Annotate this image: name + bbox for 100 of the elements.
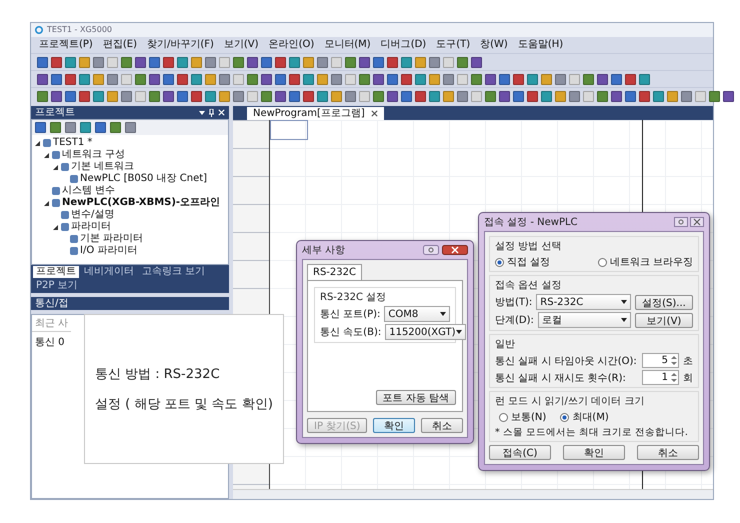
toolbar-icon[interactable] xyxy=(107,74,118,84)
toolbar-icon[interactable] xyxy=(135,56,146,68)
toolbar-icon[interactable] xyxy=(233,56,244,68)
menu-item[interactable]: 디버그(D) xyxy=(380,39,426,51)
toolbar-icon[interactable] xyxy=(275,90,286,102)
toolbar-icon[interactable] xyxy=(303,90,314,102)
toolbar-icon[interactable] xyxy=(191,90,202,102)
tree-item[interactable]: NewPLC [B0S0 내장 Cnet] xyxy=(80,173,208,185)
menu-item[interactable]: 편집(E) xyxy=(102,39,137,51)
toolbar-icon[interactable] xyxy=(37,74,48,84)
menu-item[interactable]: 도움말(H) xyxy=(518,39,564,51)
toolbar-icon[interactable] xyxy=(177,74,188,84)
toolbar-icon[interactable] xyxy=(597,74,608,84)
toolbar-icon[interactable] xyxy=(373,56,384,68)
toolbar-icon[interactable] xyxy=(373,74,384,84)
menu-item[interactable]: 찾기/바꾸기(F) xyxy=(146,39,214,51)
spin-field[interactable]: 1 xyxy=(642,370,679,385)
toolbar-icon[interactable] xyxy=(93,56,104,68)
dialog-button[interactable]: 취소 xyxy=(421,418,463,433)
toolbar-icon[interactable] xyxy=(233,90,244,102)
panel-tab[interactable]: 네비게이터 xyxy=(81,266,137,278)
tree-item[interactable]: 네트워크 구성 xyxy=(62,149,126,161)
tree-item[interactable]: 기본 파라미터 xyxy=(80,233,144,245)
toolbar-icon[interactable] xyxy=(429,90,440,102)
toolbar-icon[interactable] xyxy=(401,74,412,84)
toolbar-icon[interactable] xyxy=(135,74,146,84)
toolbar-icon[interactable] xyxy=(331,74,342,84)
toolbar-icon[interactable] xyxy=(51,74,62,84)
toolbar-icon[interactable] xyxy=(289,56,300,68)
collapse-icon[interactable] xyxy=(43,200,50,206)
menu-item[interactable]: 모니터(M) xyxy=(324,39,371,51)
toolbar-icon[interactable] xyxy=(359,74,370,84)
toolbar-icon[interactable] xyxy=(569,90,580,102)
collapse-icon[interactable] xyxy=(34,140,41,146)
collapse-icon[interactable] xyxy=(43,152,50,158)
toolbar-icon[interactable] xyxy=(149,74,160,84)
tree-item[interactable]: I/O 파라미터 xyxy=(80,245,138,257)
panel-tab[interactable]: 프로젝트 xyxy=(33,266,79,278)
filter-field[interactable]: 최근 사 xyxy=(32,315,72,332)
toolbar-icon[interactable] xyxy=(163,56,174,68)
toolbar-icon[interactable] xyxy=(37,90,48,102)
toolbar-icon[interactable] xyxy=(65,56,76,68)
tree-item[interactable]: 파라미터 xyxy=(71,221,111,233)
toolbar-icon[interactable] xyxy=(415,90,426,102)
toolbar-icon[interactable] xyxy=(275,56,286,68)
toolbar-icon[interactable] xyxy=(261,74,272,84)
panel-tab[interactable]: 고속링크 보기 xyxy=(139,266,208,278)
toolbar-icon[interactable] xyxy=(345,90,356,102)
toolbar-icon[interactable] xyxy=(555,74,566,84)
toolbar-icon[interactable] xyxy=(247,56,258,68)
toolbar-icon[interactable] xyxy=(247,74,258,84)
toolbar-icon[interactable] xyxy=(177,56,188,68)
toolbar-icon[interactable] xyxy=(457,90,468,102)
toolbar-icon[interactable] xyxy=(681,90,692,102)
menu-item[interactable]: 보기(V) xyxy=(224,39,259,51)
toolbar-icon[interactable] xyxy=(499,90,510,102)
toolbar-icon[interactable] xyxy=(65,90,76,102)
toolbar-icon[interactable] xyxy=(163,74,174,84)
toolbar-icon[interactable] xyxy=(527,74,538,84)
toolbar-icon[interactable] xyxy=(345,56,356,68)
toolbar-icon[interactable] xyxy=(79,74,90,84)
toolbar-icon[interactable] xyxy=(121,90,132,102)
tree-item[interactable]: NewPLC(XGB-XBMS)-오프라인 xyxy=(62,197,220,209)
editor-tab[interactable]: NewProgram[프로그램] xyxy=(247,107,384,120)
tree-item[interactable]: 변수/설명 xyxy=(71,209,114,221)
toolbar-icon[interactable] xyxy=(597,90,608,102)
radio-option[interactable]: 직접 설정 xyxy=(495,255,550,269)
toolbar-icon[interactable] xyxy=(79,90,90,102)
toolbar-icon[interactable] xyxy=(163,90,174,102)
collapse-icon[interactable] xyxy=(52,164,59,170)
toolbar-icon[interactable] xyxy=(639,90,650,102)
toolbar-icon[interactable] xyxy=(583,74,594,84)
tree-item[interactable]: TEST1 * xyxy=(53,137,92,149)
menu-item[interactable]: 프로젝트(P) xyxy=(39,39,93,51)
toolbar-icon[interactable] xyxy=(219,74,230,84)
tree-item[interactable]: 기본 네트워크 xyxy=(71,161,134,173)
toolbar-icon[interactable] xyxy=(401,90,412,102)
dialog-button[interactable]: 취소 xyxy=(637,445,699,460)
toolbar-icon[interactable] xyxy=(275,74,286,84)
toolbar-icon[interactable] xyxy=(359,56,370,68)
toolbar-icon[interactable] xyxy=(625,90,636,102)
toolbar-icon[interactable] xyxy=(317,56,328,68)
toolbar-icon[interactable] xyxy=(471,56,482,68)
menu-item[interactable]: 창(W) xyxy=(480,39,508,51)
panel-tab[interactable]: P2P 보기 xyxy=(33,280,81,292)
toolbar-icon[interactable] xyxy=(499,74,510,84)
toolbar-icon[interactable] xyxy=(373,90,384,102)
toolbar-icon[interactable] xyxy=(289,90,300,102)
radio-option[interactable]: 네트워크 브라우징 xyxy=(598,255,693,269)
toolbar-icon[interactable] xyxy=(429,56,440,68)
horizontal-scrollbar[interactable] xyxy=(233,489,713,499)
toolbar-icon[interactable] xyxy=(485,74,496,84)
menu-item[interactable]: 온라인(O) xyxy=(268,39,314,51)
toolbar-icon[interactable] xyxy=(205,90,216,102)
toolbar-icon[interactable] xyxy=(387,90,398,102)
toolbar-icon[interactable] xyxy=(303,74,314,84)
toolbar-icon[interactable] xyxy=(37,56,48,68)
dialog-button[interactable]: 설정(S)... xyxy=(635,294,693,310)
dialog-button[interactable]: 확인 xyxy=(563,445,625,460)
collapse-icon[interactable] xyxy=(52,224,59,230)
